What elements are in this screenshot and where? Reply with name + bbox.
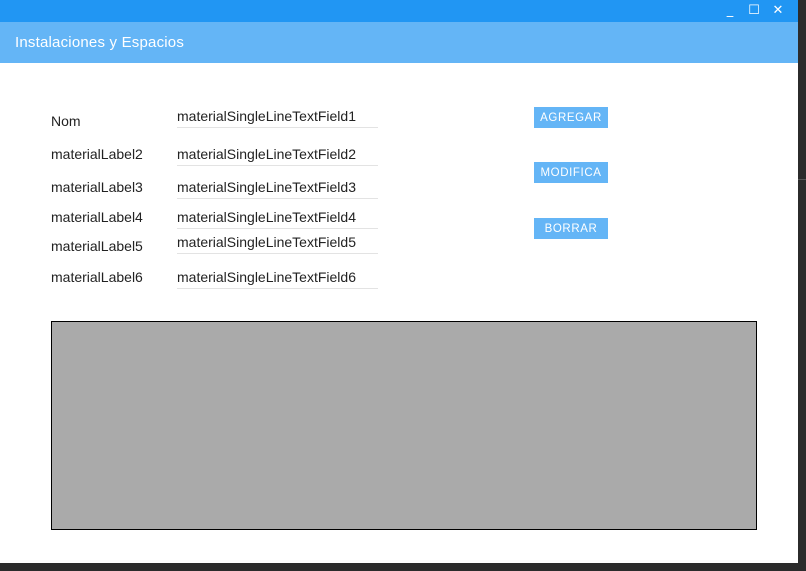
label-nom: Nom <box>51 113 81 129</box>
add-button[interactable]: AGREGAR <box>534 107 608 128</box>
close-icon[interactable]: ✕ <box>768 2 788 20</box>
text-field-6[interactable] <box>177 266 378 289</box>
data-grid[interactable] <box>51 321 757 530</box>
page-title: Instalaciones y Espacios <box>15 34 185 51</box>
minimize-icon[interactable]: _ <box>720 2 740 20</box>
label-2: materialLabel2 <box>51 146 143 162</box>
label-5: materialLabel5 <box>51 238 143 254</box>
app-header: Instalaciones y Espacios <box>0 22 798 63</box>
label-3: materialLabel3 <box>51 179 143 195</box>
text-field-5[interactable] <box>177 231 378 254</box>
label-4: materialLabel4 <box>51 209 143 225</box>
text-field-4[interactable] <box>177 206 378 229</box>
label-6: materialLabel6 <box>51 269 143 285</box>
nom-field[interactable] <box>177 105 378 128</box>
text-field-2[interactable] <box>177 143 378 166</box>
app-window: _ ☐ ✕ Instalaciones y Espacios Nom mater… <box>0 0 798 563</box>
window-titlebar[interactable]: _ ☐ ✕ <box>0 0 798 22</box>
divider <box>798 179 806 180</box>
text-field-3[interactable] <box>177 176 378 199</box>
maximize-icon[interactable]: ☐ <box>744 2 764 20</box>
modify-button[interactable]: MODIFICA <box>534 162 608 183</box>
delete-button[interactable]: BORRAR <box>534 218 608 239</box>
